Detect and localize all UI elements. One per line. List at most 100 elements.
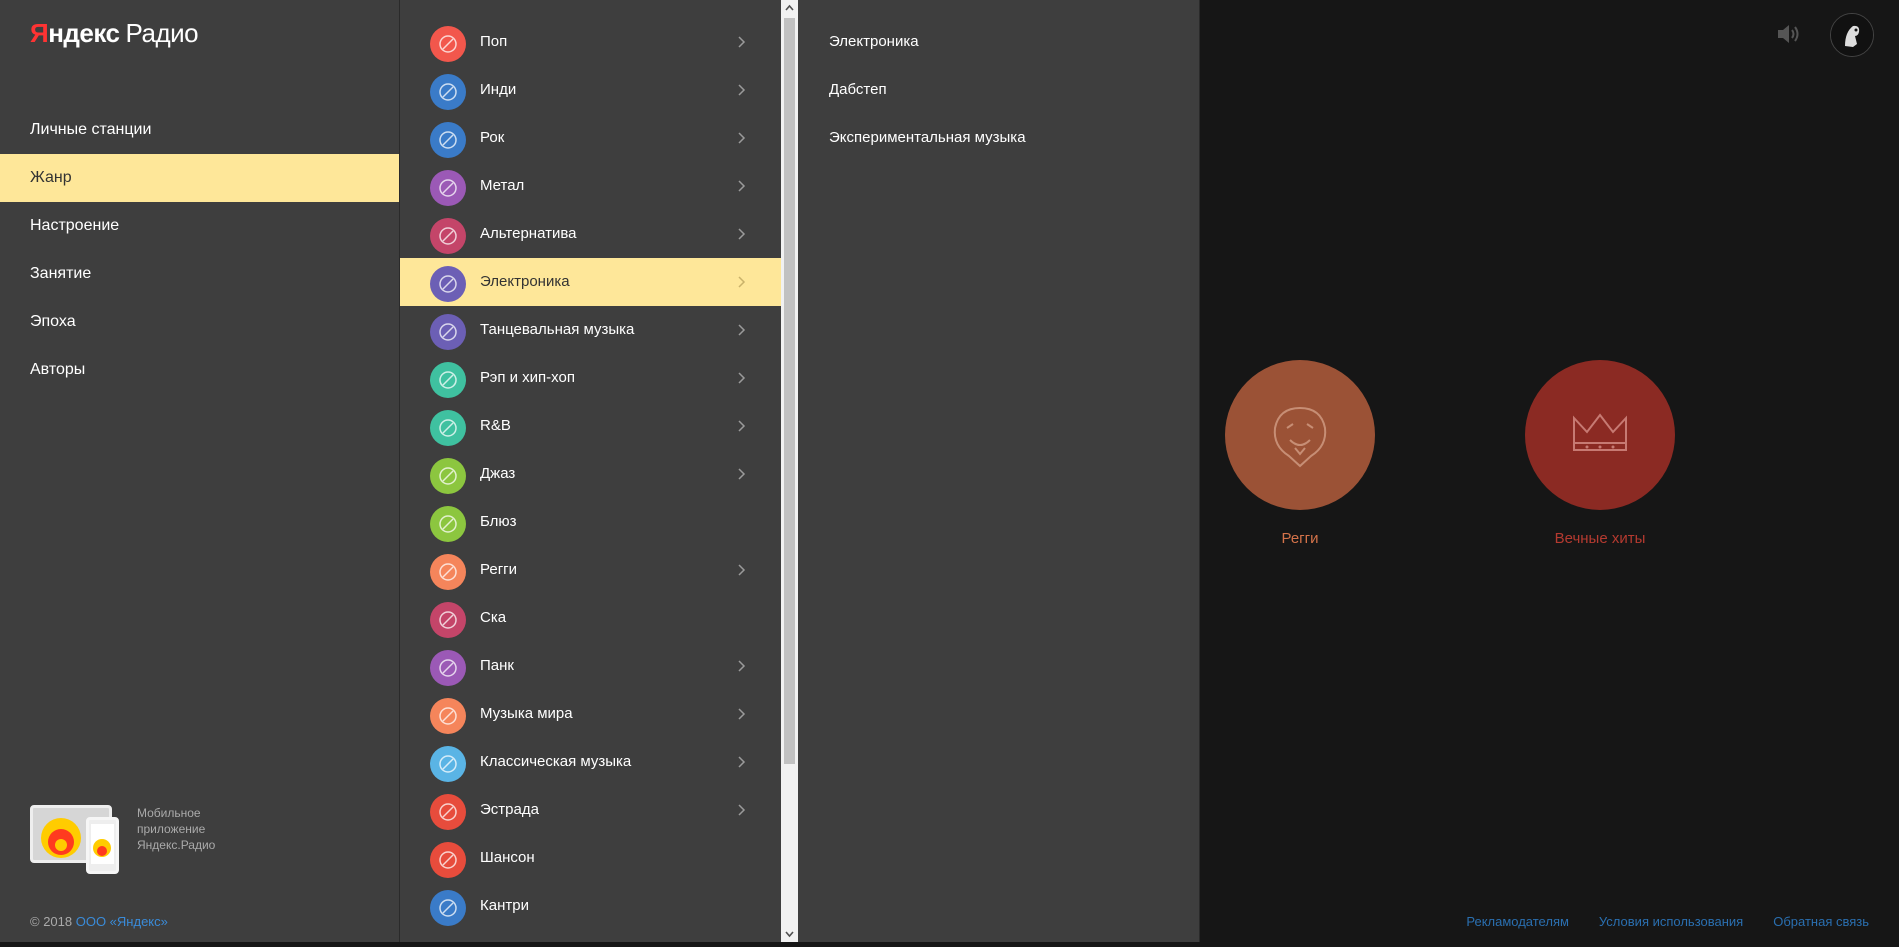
saxophone-icon (430, 458, 466, 494)
genre-item[interactable]: Поп (400, 18, 781, 66)
main-area: Регги Вечные хиты Рекламодателям Условия … (1200, 0, 1899, 942)
genre-label: Кантри (480, 897, 529, 914)
genre-item[interactable]: Кантри (400, 882, 781, 930)
station-reggae-circle[interactable] (1225, 360, 1375, 510)
station-reggae-label[interactable]: Регги (1225, 530, 1375, 547)
copyright: © 2018 ООО «Яндекс» (30, 914, 168, 929)
genre-item[interactable]: Электроника (400, 258, 781, 306)
chevron-right-icon (735, 323, 747, 337)
footer-links: Рекламодателям Условия использования Обрат… (1466, 914, 1899, 929)
genre-item[interactable]: Регги (400, 546, 781, 594)
genre-label: Инди (480, 81, 517, 98)
logo-brand: ндекс (48, 18, 120, 48)
genre-item[interactable]: Рэп и хип-хоп (400, 354, 781, 402)
genre-label: R&B (480, 417, 511, 434)
violin-icon (430, 746, 466, 782)
genre-item[interactable]: Джаз (400, 450, 781, 498)
nav-item-activity[interactable]: Занятие (0, 250, 399, 298)
yandex-company-link[interactable]: ООО «Яндекс» (76, 914, 168, 929)
drum-icon (430, 698, 466, 734)
chevron-right-icon (735, 275, 747, 289)
logo-letter: Я (30, 18, 49, 48)
star-badge-icon (430, 218, 466, 254)
subgenre-electronica[interactable]: Электроника (829, 18, 919, 66)
genre-label: Блюз (480, 513, 517, 530)
chevron-right-icon (735, 131, 747, 145)
subgenre-experimental[interactable]: Экспериментальная музыка (829, 114, 1026, 162)
subgenre-dubstep[interactable]: Дабстеп (829, 66, 887, 114)
feedback-link[interactable]: Обратная связь (1773, 914, 1869, 929)
genre-item[interactable]: Классическая музыка (400, 738, 781, 786)
glasses-icon (430, 410, 466, 446)
genre-item[interactable]: Музыка мира (400, 690, 781, 738)
crossed-guitars-icon (430, 74, 466, 110)
scrollbar-thumb[interactable] (784, 18, 795, 764)
genre-item[interactable]: Альтернатива (400, 210, 781, 258)
chevron-right-icon (735, 419, 747, 433)
chevron-right-icon (735, 803, 747, 817)
advertisers-link[interactable]: Рекламодателям (1466, 914, 1569, 929)
genre-item[interactable]: Танцевальная музыка (400, 306, 781, 354)
genre-item[interactable]: Блюз (400, 498, 781, 546)
chevron-right-icon (735, 371, 747, 385)
harmonica-icon (430, 506, 466, 542)
genre-label: Джаз (480, 465, 516, 482)
genre-item[interactable]: Шансон (400, 834, 781, 882)
genre-item[interactable]: Рок (400, 114, 781, 162)
nav-item-genre[interactable]: Жанр (0, 154, 399, 202)
category-nav: Личные станции Жанр Настроение Занятие Э… (0, 106, 399, 394)
acoustic-guitar-icon (430, 842, 466, 878)
chain-icon (430, 362, 466, 398)
chevron-right-icon (735, 179, 747, 193)
chevron-right-icon (735, 659, 747, 673)
chevron-right-icon (735, 707, 747, 721)
genre-label: Рэп и хип-хоп (480, 369, 575, 386)
station-hits-circle[interactable] (1525, 360, 1675, 510)
genre-label: Ска (480, 609, 507, 626)
nav-item-epoch[interactable]: Эпоха (0, 298, 399, 346)
lightning-icon (430, 266, 466, 302)
genre-item[interactable]: Эстрада (400, 786, 781, 834)
chevron-right-icon (735, 227, 747, 241)
sidebar: Яндекс Радио Личные станции Жанр Настроен… (0, 0, 400, 942)
crown-icon (1573, 413, 1627, 451)
megaphone-icon (430, 314, 466, 350)
genre-item[interactable]: Ска (400, 594, 781, 642)
chevron-right-icon (735, 35, 747, 49)
mobile-app-promo[interactable]: Мобильное приложение Яндекс.Радио (30, 803, 370, 875)
genre-item[interactable]: R&B (400, 402, 781, 450)
genre-label: Альтернатива (480, 225, 577, 242)
genre-label: Музыка мира (480, 705, 573, 722)
genre-label: Метал (480, 177, 525, 194)
chevron-right-icon (735, 563, 747, 577)
genre-label: Регги (480, 561, 518, 578)
station-hits-label[interactable]: Вечные хиты (1525, 530, 1675, 547)
yandex-radio-logo[interactable]: Яндекс Радио (30, 18, 199, 49)
chevron-right-icon (735, 467, 747, 481)
genre-item[interactable]: Инди (400, 66, 781, 114)
chevron-right-icon (735, 83, 747, 97)
trumpet-icon (430, 602, 466, 638)
terms-link[interactable]: Условия использования (1599, 914, 1743, 929)
scroll-down-arrow-icon[interactable] (781, 925, 798, 942)
guitar-icon (430, 122, 466, 158)
logo-product: Радио (125, 18, 199, 48)
station-reggae[interactable]: Регги (1225, 360, 1375, 547)
genre-item[interactable]: Панк (400, 642, 781, 690)
volume-icon[interactable] (1775, 22, 1803, 46)
nav-item-mood[interactable]: Настроение (0, 202, 399, 250)
lion-icon (430, 554, 466, 590)
genre-label: Панк (480, 657, 514, 674)
genre-item[interactable]: Метал (400, 162, 781, 210)
lion-icon (1273, 406, 1327, 468)
lollipop-icon (430, 26, 466, 62)
metal-hand-icon (430, 170, 466, 206)
genre-scrollbar[interactable] (781, 0, 798, 942)
nav-item-personal[interactable]: Личные станции (0, 106, 399, 154)
harmonica-icon (430, 890, 466, 926)
nav-item-authors[interactable]: Авторы (0, 346, 399, 394)
user-avatar[interactable] (1830, 13, 1874, 57)
station-evergreen-hits[interactable]: Вечные хиты (1525, 360, 1675, 547)
scroll-up-arrow-icon[interactable] (781, 0, 798, 17)
mobile-devices-icon (30, 805, 120, 875)
